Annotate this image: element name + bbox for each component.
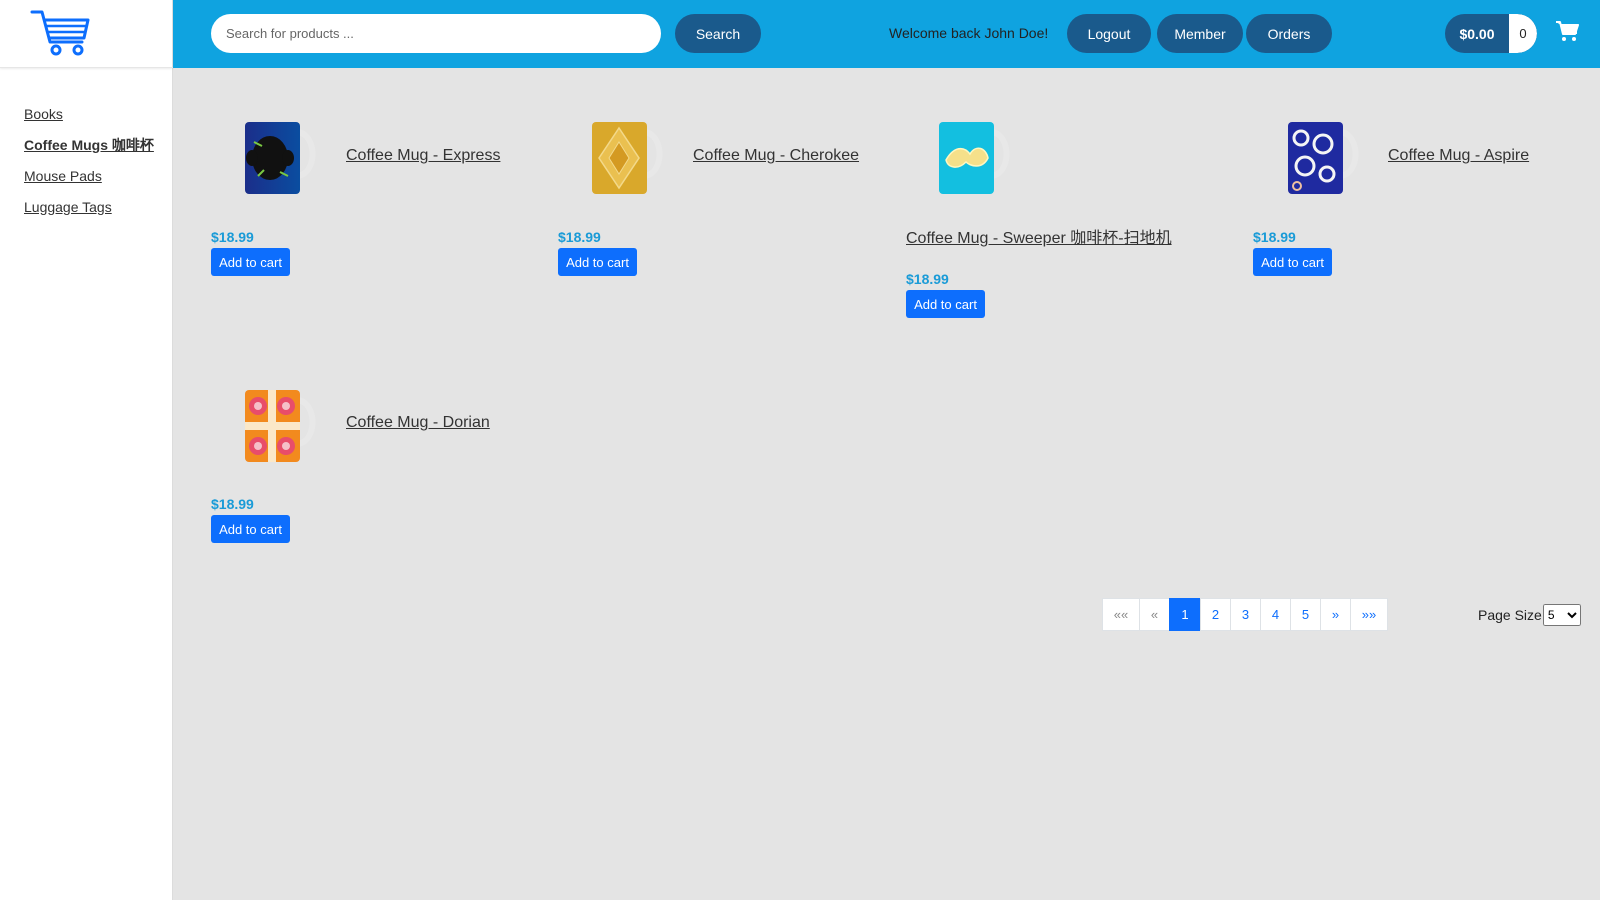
product-name[interactable]: Coffee Mug - Dorian [346, 414, 490, 432]
product-name[interactable]: Coffee Mug - Sweeper 咖啡杯-扫地机 [906, 224, 1172, 248]
category-luggage-tags[interactable]: Luggage Tags [24, 199, 112, 215]
pagination: «« « 1 2 3 4 5 » »» [1102, 598, 1388, 631]
cart-icon[interactable] [1555, 20, 1579, 42]
product-price: $18.99 [211, 229, 254, 245]
page-first[interactable]: «« [1102, 598, 1140, 631]
page-prev[interactable]: « [1139, 598, 1170, 631]
cart-total: $0.00 [1459, 25, 1495, 42]
shopping-cart-logo-icon [30, 10, 90, 56]
search-button[interactable]: Search [675, 14, 761, 53]
page-5[interactable]: 5 [1290, 598, 1321, 631]
add-to-cart-button[interactable]: Add to cart [558, 248, 637, 276]
product-price: $18.99 [211, 496, 254, 512]
page-size-select[interactable]: 5 [1542, 604, 1581, 626]
page-size: Page Size 5 [1478, 604, 1581, 626]
page-3[interactable]: 3 [1230, 598, 1261, 631]
search-input[interactable] [211, 14, 661, 53]
logo[interactable] [0, 0, 173, 68]
product-image-express[interactable] [240, 116, 330, 196]
page-size-label: Page Size [1478, 607, 1542, 623]
add-to-cart-button[interactable]: Add to cart [906, 290, 985, 318]
cart-count: 0 [1509, 14, 1537, 53]
category-mouse-pads[interactable]: Mouse Pads [24, 168, 102, 184]
sidebar: Books Coffee Mugs 咖啡杯 Mouse Pads Luggage… [0, 0, 173, 900]
page-2[interactable]: 2 [1200, 598, 1231, 631]
product-name[interactable]: Coffee Mug - Aspire [1388, 147, 1529, 165]
cart-summary[interactable]: $0.00 0 [1445, 14, 1537, 53]
product-name[interactable]: Coffee Mug - Cherokee [693, 147, 859, 165]
product-price: $18.99 [558, 229, 601, 245]
page-1[interactable]: 1 [1169, 598, 1201, 631]
welcome-message: Welcome back John Doe! [889, 25, 1049, 41]
page-last[interactable]: »» [1350, 598, 1388, 631]
product-image-cherokee[interactable] [587, 116, 677, 196]
page-4[interactable]: 4 [1260, 598, 1291, 631]
product-image-sweeper[interactable] [934, 116, 1024, 196]
logout-button[interactable]: Logout [1067, 14, 1151, 53]
product-price: $18.99 [906, 271, 949, 287]
header: Search Welcome back John Doe! Logout Mem… [173, 0, 1600, 68]
add-to-cart-button[interactable]: Add to cart [211, 248, 290, 276]
product-image-dorian[interactable] [240, 384, 330, 464]
add-to-cart-button[interactable]: Add to cart [211, 515, 290, 543]
add-to-cart-button[interactable]: Add to cart [1253, 248, 1332, 276]
category-list: Books Coffee Mugs 咖啡杯 Mouse Pads Luggage… [24, 104, 154, 228]
product-price: $18.99 [1253, 229, 1296, 245]
product-image-aspire[interactable] [1283, 116, 1373, 196]
member-button[interactable]: Member [1157, 14, 1243, 53]
category-books[interactable]: Books [24, 106, 63, 122]
orders-button[interactable]: Orders [1246, 14, 1332, 53]
product-name[interactable]: Coffee Mug - Express [346, 147, 500, 165]
category-coffee-mugs[interactable]: Coffee Mugs 咖啡杯 [24, 137, 154, 153]
page-next[interactable]: » [1320, 598, 1351, 631]
